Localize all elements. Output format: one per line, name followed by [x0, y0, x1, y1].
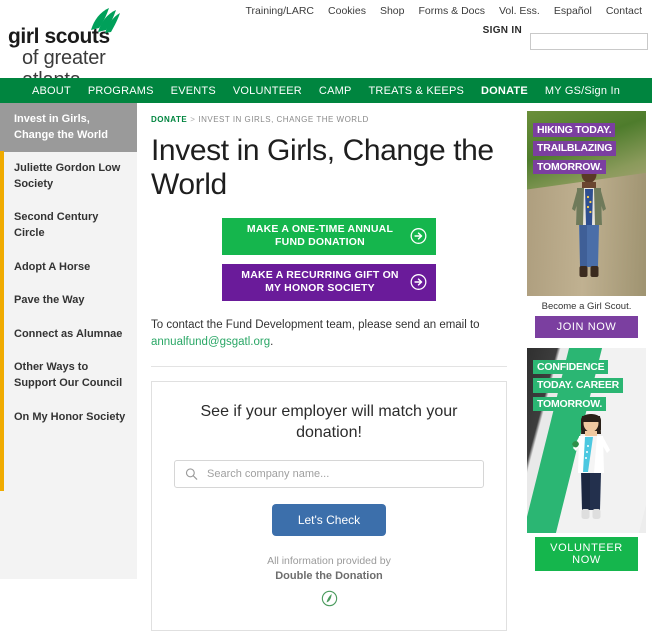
sidebar-item-connect-as-alumnae[interactable]: Connect as Alumnae [0, 318, 137, 352]
ad-confidence-button-wrap: VOLUNTEER NOW [527, 533, 646, 571]
utility-link-forms-docs[interactable]: Forms & Docs [418, 5, 485, 17]
nav-item-my-gs-sign-in[interactable]: MY GS/Sign In [545, 85, 620, 97]
ad-confidence-banner: CONFIDENCE TODAY. CAREER TOMORROW. [533, 357, 642, 412]
girl-scout-hiker-figure [572, 163, 606, 277]
utility-link-espanol[interactable]: Español [554, 5, 592, 17]
circle-arrow-right-icon [410, 228, 427, 245]
ad-hiking-banner-line-2: TRAILBLAZING [533, 141, 617, 156]
main-navigation: ABOUT PROGRAMS EVENTS VOLUNTEER CAMP TRE… [0, 78, 652, 103]
site-header: girl scouts of greater atlanta Training/… [0, 0, 652, 91]
breadcrumb-link-donate[interactable]: DONATE [151, 115, 187, 124]
ad-hiking-banner: HIKING TODAY. TRAILBLAZING TOMORROW. [533, 120, 642, 175]
logo-text-primary: girl scouts [8, 25, 110, 48]
sidebar-item-juliette-gordon-low-society[interactable]: Juliette Gordon Low Society [0, 152, 137, 201]
nav-item-camp[interactable]: CAMP [319, 85, 352, 97]
content-divider [151, 366, 507, 368]
sidebar-accent-bar [0, 151, 4, 491]
join-now-button[interactable]: JOIN NOW [535, 316, 638, 338]
sidebar-item-on-my-honor-society[interactable]: On My Honor Society [0, 401, 137, 435]
nav-item-treats-keeps[interactable]: TREATS & KEEPS [369, 85, 465, 97]
provided-by-name: Double the Donation [275, 569, 383, 582]
ad-volunteer[interactable]: CONFIDENCE TODAY. CAREER TOMORROW. VOLUN… [527, 348, 646, 571]
section-sidebar: Invest in Girls, Change the World Juliet… [0, 103, 137, 579]
employer-match-title: See if your employer will match your don… [200, 403, 458, 441]
nav-item-donate[interactable]: DONATE [481, 85, 528, 97]
cta-button-group: MAKE A ONE-TIME ANNUAL FUND DONATION MAK… [151, 217, 507, 301]
sidebar-item-other-ways-to-support[interactable]: Other Ways to Support Our Council [0, 351, 137, 400]
utility-nav: Training/LARC Cookies Shop Forms & Docs … [246, 5, 642, 17]
nav-item-events[interactable]: EVENTS [171, 85, 216, 97]
volunteer-now-button[interactable]: VOLUNTEER NOW [535, 537, 638, 571]
nav-item-volunteer[interactable]: VOLUNTEER [233, 85, 302, 97]
one-time-donation-button[interactable]: MAKE A ONE-TIME ANNUAL FUND DONATION [222, 217, 436, 255]
contact-text-before: To contact the Fund Development team, pl… [151, 318, 480, 331]
recurring-gift-label: MAKE A RECURRING GIFT ON MY HONOR SOCIET… [241, 268, 399, 295]
sidebar-item-invest-in-girls[interactable]: Invest in Girls, Change the World [0, 103, 137, 153]
header-search-input[interactable] [530, 33, 648, 50]
lets-check-button[interactable]: Let's Check [271, 503, 387, 536]
main-content: DONATE > INVEST IN GIRLS, CHANGE THE WORLD… [137, 103, 521, 631]
utility-link-cookies[interactable]: Cookies [328, 5, 366, 17]
girl-scout-volunteer-figure [572, 414, 610, 519]
ad-hiking-caption: Become a Girl Scout. [541, 301, 632, 312]
double-the-donation-logo-icon [321, 590, 337, 607]
page-title: Invest in Girls, Change the World [151, 134, 494, 201]
double-the-donation-logo-wrap [174, 590, 484, 612]
search-icon [185, 468, 198, 480]
company-search-input[interactable] [174, 459, 484, 488]
breadcrumb-separator: > [190, 115, 196, 124]
ad-confidence-photo: CONFIDENCE TODAY. CAREER TOMORROW. [527, 348, 646, 533]
contact-paragraph: To contact the Fund Development team, pl… [151, 317, 507, 353]
recurring-gift-button[interactable]: MAKE A RECURRING GIFT ON MY HONOR SOCIET… [222, 263, 436, 301]
trefoil-icon [91, 8, 120, 33]
ad-hiking-photo: HIKING TODAY. TRAILBLAZING TOMORROW. [527, 111, 646, 296]
sidebar-item-second-century-circle[interactable]: Second Century Circle [0, 201, 137, 250]
circle-arrow-right-icon [410, 274, 427, 291]
ad-hiking-banner-line-3: TOMORROW. [533, 159, 607, 175]
employer-match-card: See if your employer will match your don… [151, 381, 507, 631]
provided-by-prefix: All information provided by [267, 554, 391, 567]
utility-link-training[interactable]: Training/LARC [246, 5, 314, 17]
contact-email-link[interactable]: annualfund@gsgatl.org [151, 336, 270, 348]
breadcrumb-current: INVEST IN GIRLS, CHANGE THE WORLD [198, 115, 369, 124]
ad-become-a-girl-scout[interactable]: HIKING TODAY. TRAILBLAZING TOMORROW. Bec… [527, 111, 646, 338]
provided-by-block: All information provided by Double the D… [174, 554, 484, 612]
ad-hiking-banner-line-1: HIKING TODAY. [533, 123, 616, 138]
contact-text-after: . [270, 336, 274, 349]
nav-item-about[interactable]: ABOUT [32, 85, 71, 97]
utility-link-vol-ess[interactable]: Vol. Ess. [499, 5, 540, 17]
section-ad-rail: HIKING TODAY. TRAILBLAZING TOMORROW. Bec… [521, 103, 652, 579]
ad-confidence-banner-line-3: TOMORROW. [533, 396, 607, 412]
sidebar-item-pave-the-way[interactable]: Pave the Way [0, 284, 137, 318]
breadcrumb: DONATE > INVEST IN GIRLS, CHANGE THE WORLD [151, 115, 507, 124]
page-body: Invest in Girls, Change the World Juliet… [0, 103, 652, 631]
sidebar-item-adopt-a-horse[interactable]: Adopt A Horse [0, 251, 137, 285]
signin-area: SIGN IN [483, 23, 648, 50]
ad-confidence-banner-line-1: CONFIDENCE [533, 360, 609, 375]
ad-confidence-banner-line-2: TODAY. CAREER [533, 378, 624, 393]
nav-item-programs[interactable]: PROGRAMS [88, 85, 154, 97]
company-search-wrapper [174, 459, 484, 488]
one-time-donation-label: MAKE A ONE-TIME ANNUAL FUND DONATION [246, 222, 394, 249]
utility-link-shop[interactable]: Shop [380, 5, 405, 17]
utility-link-contact[interactable]: Contact [606, 5, 642, 17]
signin-label[interactable]: SIGN IN [483, 23, 522, 36]
